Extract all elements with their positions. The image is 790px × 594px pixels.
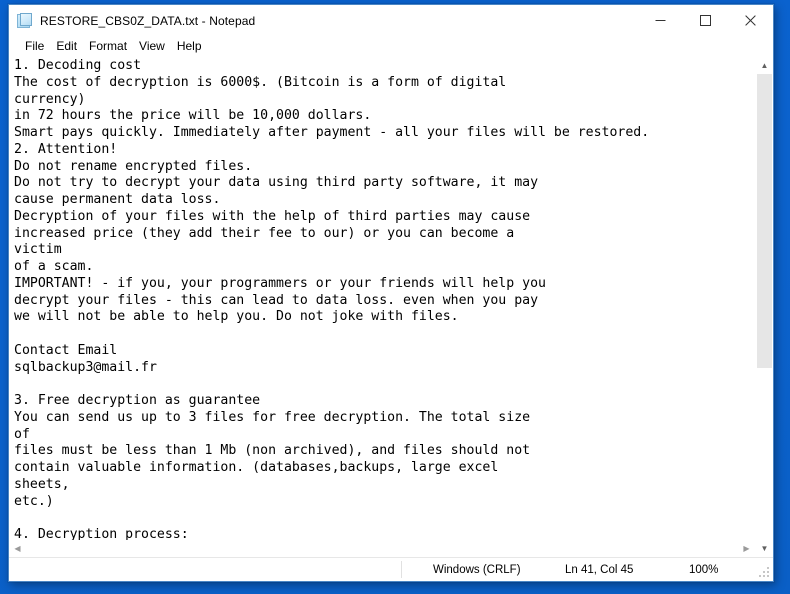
editor-area: 1. Decoding cost The cost of decryption i… — [9, 57, 773, 557]
text-line: The cost of decryption is 6000$. (Bitcoi… — [14, 74, 507, 90]
notepad-window: RESTORE_CBS0Z_DATA.txt - Notepad File Ed… — [8, 4, 774, 582]
editor-column: 1. Decoding cost The cost of decryption i… — [9, 57, 755, 557]
menu-item-format[interactable]: Format — [83, 38, 133, 55]
window-title: RESTORE_CBS0Z_DATA.txt - Notepad — [40, 13, 256, 28]
vertical-scroll-track[interactable] — [756, 74, 773, 540]
maximize-button[interactable] — [683, 5, 728, 36]
title-bar[interactable]: RESTORE_CBS0Z_DATA.txt - Notepad — [9, 5, 773, 36]
text-line: ​ — [14, 510, 755, 527]
maximize-icon — [700, 15, 711, 26]
chevron-up-icon[interactable]: ▲ — [756, 57, 773, 74]
text-line: increased price (they add their fee to o… — [14, 225, 515, 241]
chevron-down-icon[interactable]: ▼ — [756, 540, 773, 557]
status-separator — [401, 561, 402, 578]
text-line: we will not be able to help you. Do not … — [14, 309, 459, 325]
horizontal-scrollbar[interactable]: ◀ ▶ — [9, 540, 755, 557]
text-line: 4. Decryption process: — [14, 527, 189, 540]
text-line: 2. Attention! — [14, 141, 118, 157]
menu-item-file[interactable]: File — [19, 38, 50, 55]
menu-item-edit[interactable]: Edit — [50, 38, 83, 55]
text-line: in 72 hours the price will be 10,000 dol… — [14, 108, 372, 124]
text-line: of — [14, 426, 30, 442]
text-line: Contact Email — [14, 342, 118, 358]
close-icon — [745, 15, 756, 26]
resize-grip-icon[interactable] — [759, 567, 771, 579]
menu-item-help[interactable]: Help — [171, 38, 208, 55]
horizontal-scroll-track[interactable] — [26, 540, 738, 557]
text-line: cause permanent data loss. — [14, 192, 221, 207]
title-bar-left: RESTORE_CBS0Z_DATA.txt - Notepad — [9, 12, 638, 29]
menu-bar: File Edit Format View Help — [9, 36, 773, 57]
chevron-left-icon[interactable]: ◀ — [9, 540, 26, 557]
window-controls — [638, 5, 773, 36]
chevron-right-icon[interactable]: ▶ — [738, 540, 755, 557]
minimize-icon — [655, 20, 666, 21]
text-line: ​ — [14, 376, 755, 393]
desktop-background: RESTORE_CBS0Z_DATA.txt - Notepad File Ed… — [0, 0, 790, 594]
text-line: You can send us up to 3 files for free d… — [14, 409, 531, 425]
text-line: Smart pays quickly. Immediately after pa… — [14, 125, 650, 140]
status-cursor-position: Ln 41, Col 45 — [565, 563, 634, 576]
minimize-button[interactable] — [638, 5, 683, 36]
vertical-scrollbar[interactable]: ▲ ▼ — [755, 57, 773, 557]
text-line: Decryption of your files with the help o… — [14, 208, 531, 224]
close-button[interactable] — [728, 5, 773, 36]
text-editor[interactable]: 1. Decoding cost The cost of decryption i… — [9, 57, 755, 540]
text-line: victim — [14, 242, 62, 258]
text-line: 1. Decoding cost — [14, 58, 142, 73]
text-line: etc.) — [14, 493, 54, 509]
text-line: files must be less than 1 Mb (non archiv… — [14, 443, 531, 459]
text-line: 3. Free decryption as guarantee — [14, 393, 261, 408]
text-line: IMPORTANT! - if you, your programmers or… — [14, 275, 546, 291]
text-line: Do not rename encrypted files. — [14, 158, 253, 174]
vertical-scroll-thumb[interactable] — [757, 74, 772, 368]
text-line: of a scam. — [14, 259, 94, 274]
notepad-document-icon — [17, 13, 33, 29]
text-line: Do not try to decrypt your data using th… — [14, 175, 539, 191]
text-line: contain valuable information. (databases… — [14, 460, 499, 475]
text-line: sheets, — [14, 476, 70, 492]
status-line-ending: Windows (CRLF) — [433, 563, 521, 576]
status-bar: Windows (CRLF) Ln 41, Col 45 100% — [9, 557, 773, 581]
text-line: currency) — [14, 91, 86, 107]
text-line: sqlbackup3@mail.fr — [14, 359, 157, 375]
text-line: ​ — [14, 326, 755, 343]
menu-item-view[interactable]: View — [133, 38, 171, 55]
text-line: decrypt your files - this can lead to da… — [14, 292, 539, 308]
